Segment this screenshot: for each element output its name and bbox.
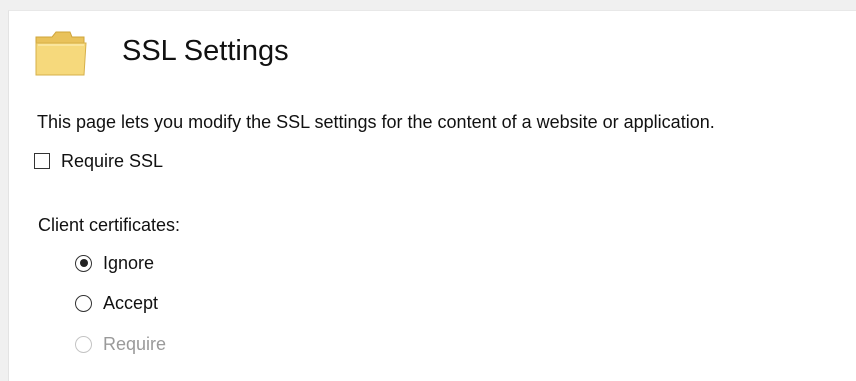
require-ssl-label[interactable]: Require SSL bbox=[61, 149, 163, 173]
folder-icon bbox=[35, 31, 87, 76]
require-ssl-checkbox-box[interactable] bbox=[34, 153, 50, 169]
radio-require-label: Require bbox=[103, 334, 167, 354]
client-certificates-label: Client certificates: bbox=[38, 215, 181, 235]
radio-accept[interactable]: Accept bbox=[75, 291, 158, 315]
radio-accept-button[interactable] bbox=[75, 294, 92, 312]
radio-require: Require bbox=[75, 332, 166, 356]
page-title: SSL Settings bbox=[122, 35, 289, 67]
radio-ignore-button[interactable] bbox=[75, 254, 92, 272]
radio-require-button bbox=[75, 335, 92, 353]
radio-ignore[interactable]: Ignore bbox=[75, 251, 154, 275]
radio-accept-label[interactable]: Accept bbox=[103, 291, 158, 315]
require-ssl-checkbox[interactable]: Require SSL bbox=[34, 149, 163, 173]
radio-ignore-label[interactable]: Ignore bbox=[103, 251, 154, 275]
page-description: This page lets you modify the SSL settin… bbox=[37, 112, 715, 132]
ssl-settings-panel: SSL Settings This page lets you modify t… bbox=[8, 10, 856, 381]
